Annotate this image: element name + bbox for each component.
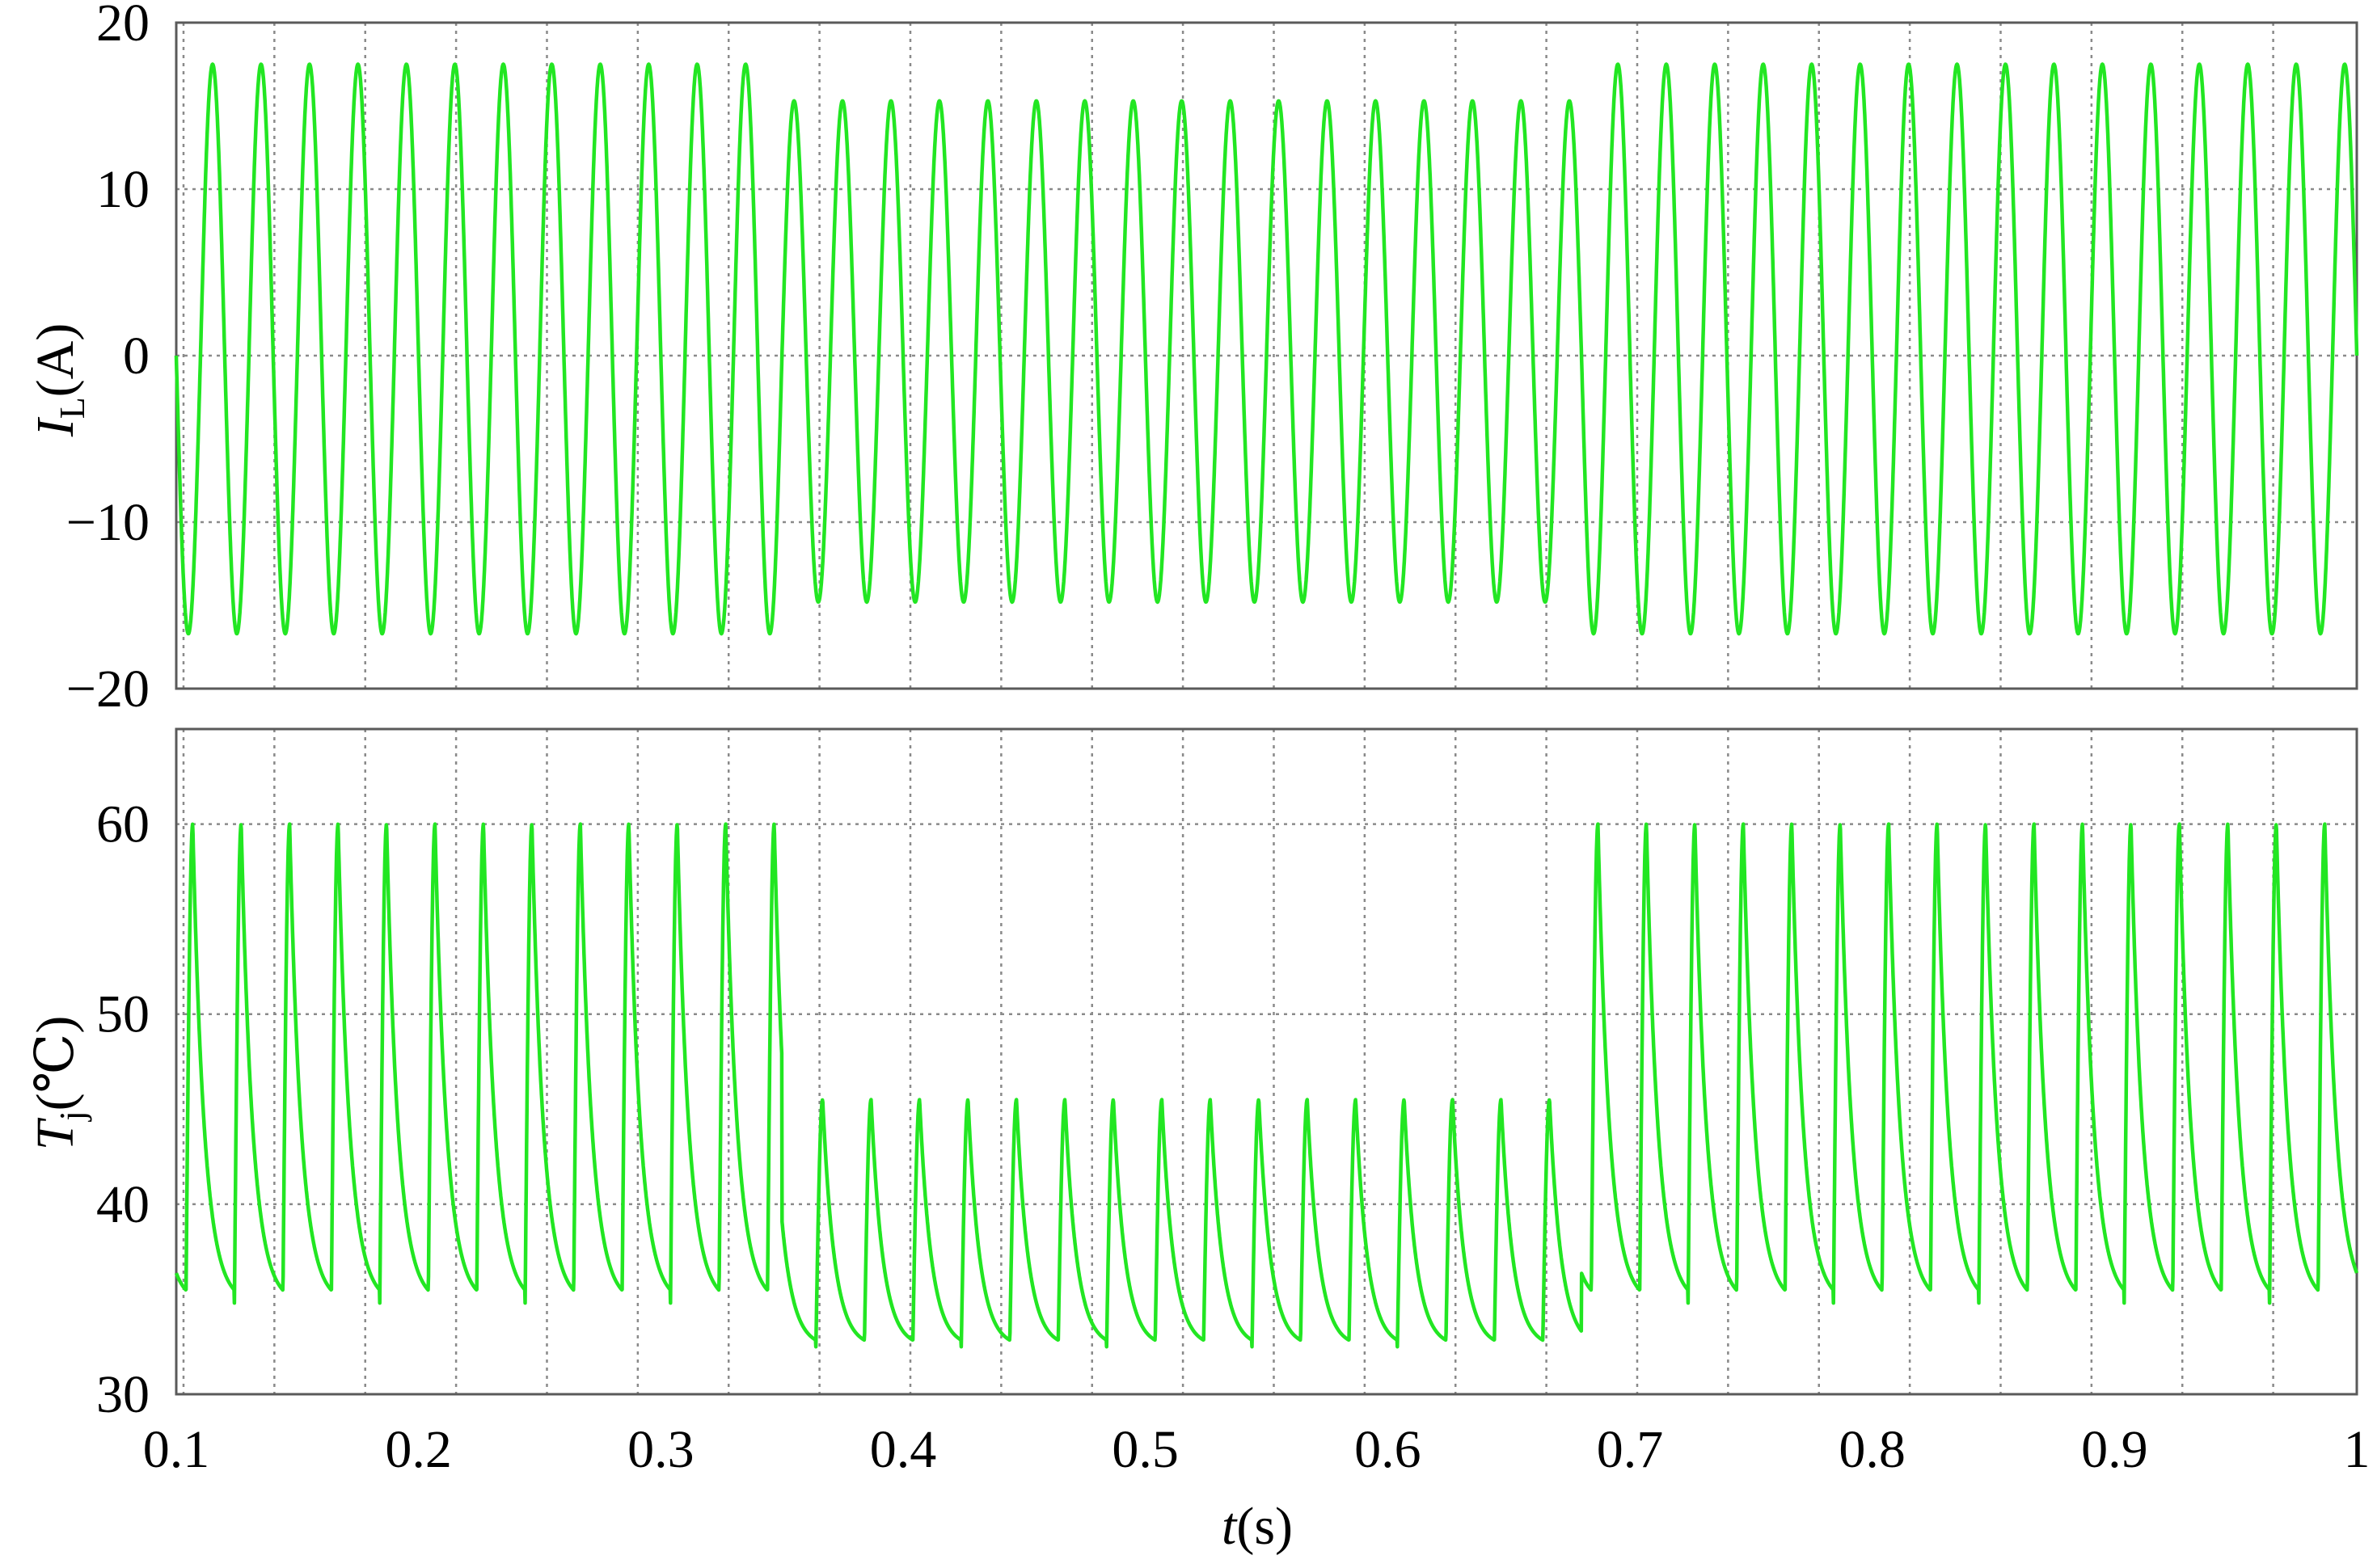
y-tick-label: 60 bbox=[96, 795, 150, 854]
figure: 20 10 0 −10 −20 60 50 40 300.1 0.2 0.3 0.4 0.5 0.6 0.… bbox=[26, 0, 2371, 1556]
x-tick-label: 0.3 bbox=[627, 1420, 695, 1479]
x-tick-label: 0.2 bbox=[385, 1420, 452, 1479]
y-tick-label: 50 bbox=[96, 985, 150, 1044]
y-tick-label: −10 bbox=[66, 493, 150, 552]
x-tick-label: 1 bbox=[2344, 1420, 2371, 1479]
x-tick-label: 0.7 bbox=[1597, 1420, 1664, 1479]
y-tick-label: 10 bbox=[96, 160, 150, 219]
y-tick-label: −20 bbox=[66, 660, 150, 719]
current-waveform bbox=[174, 62, 2359, 636]
x-tick-label: 0.1 bbox=[143, 1420, 210, 1479]
y-axis-label-current: IL(A) bbox=[26, 323, 92, 438]
y-tick-label: 30 bbox=[96, 1365, 150, 1424]
y-tick-label: 40 bbox=[96, 1175, 150, 1234]
temperature-waveform bbox=[174, 822, 2359, 1349]
current-panel: 20 10 0 −10 −20 bbox=[66, 0, 2359, 719]
x-tick-label: 0.9 bbox=[2081, 1420, 2148, 1479]
temperature-panel: 60 50 40 300.1 0.2 0.3 0.4 0.5 0.6 0.7 0.8 0.9 1 bbox=[96, 727, 2371, 1479]
y-axis-label-temperature: Tj(℃) bbox=[26, 1016, 92, 1151]
x-tick-label: 0.8 bbox=[1839, 1420, 1906, 1479]
x-tick-label: 0.4 bbox=[870, 1420, 937, 1479]
x-tick-label: 0.6 bbox=[1354, 1420, 1421, 1479]
y-tick-label: 0 bbox=[123, 327, 150, 386]
x-axis-label: t(s) bbox=[1222, 1497, 1293, 1556]
x-tick-label: 0.5 bbox=[1112, 1420, 1179, 1479]
y-tick-label: 20 bbox=[96, 0, 150, 53]
